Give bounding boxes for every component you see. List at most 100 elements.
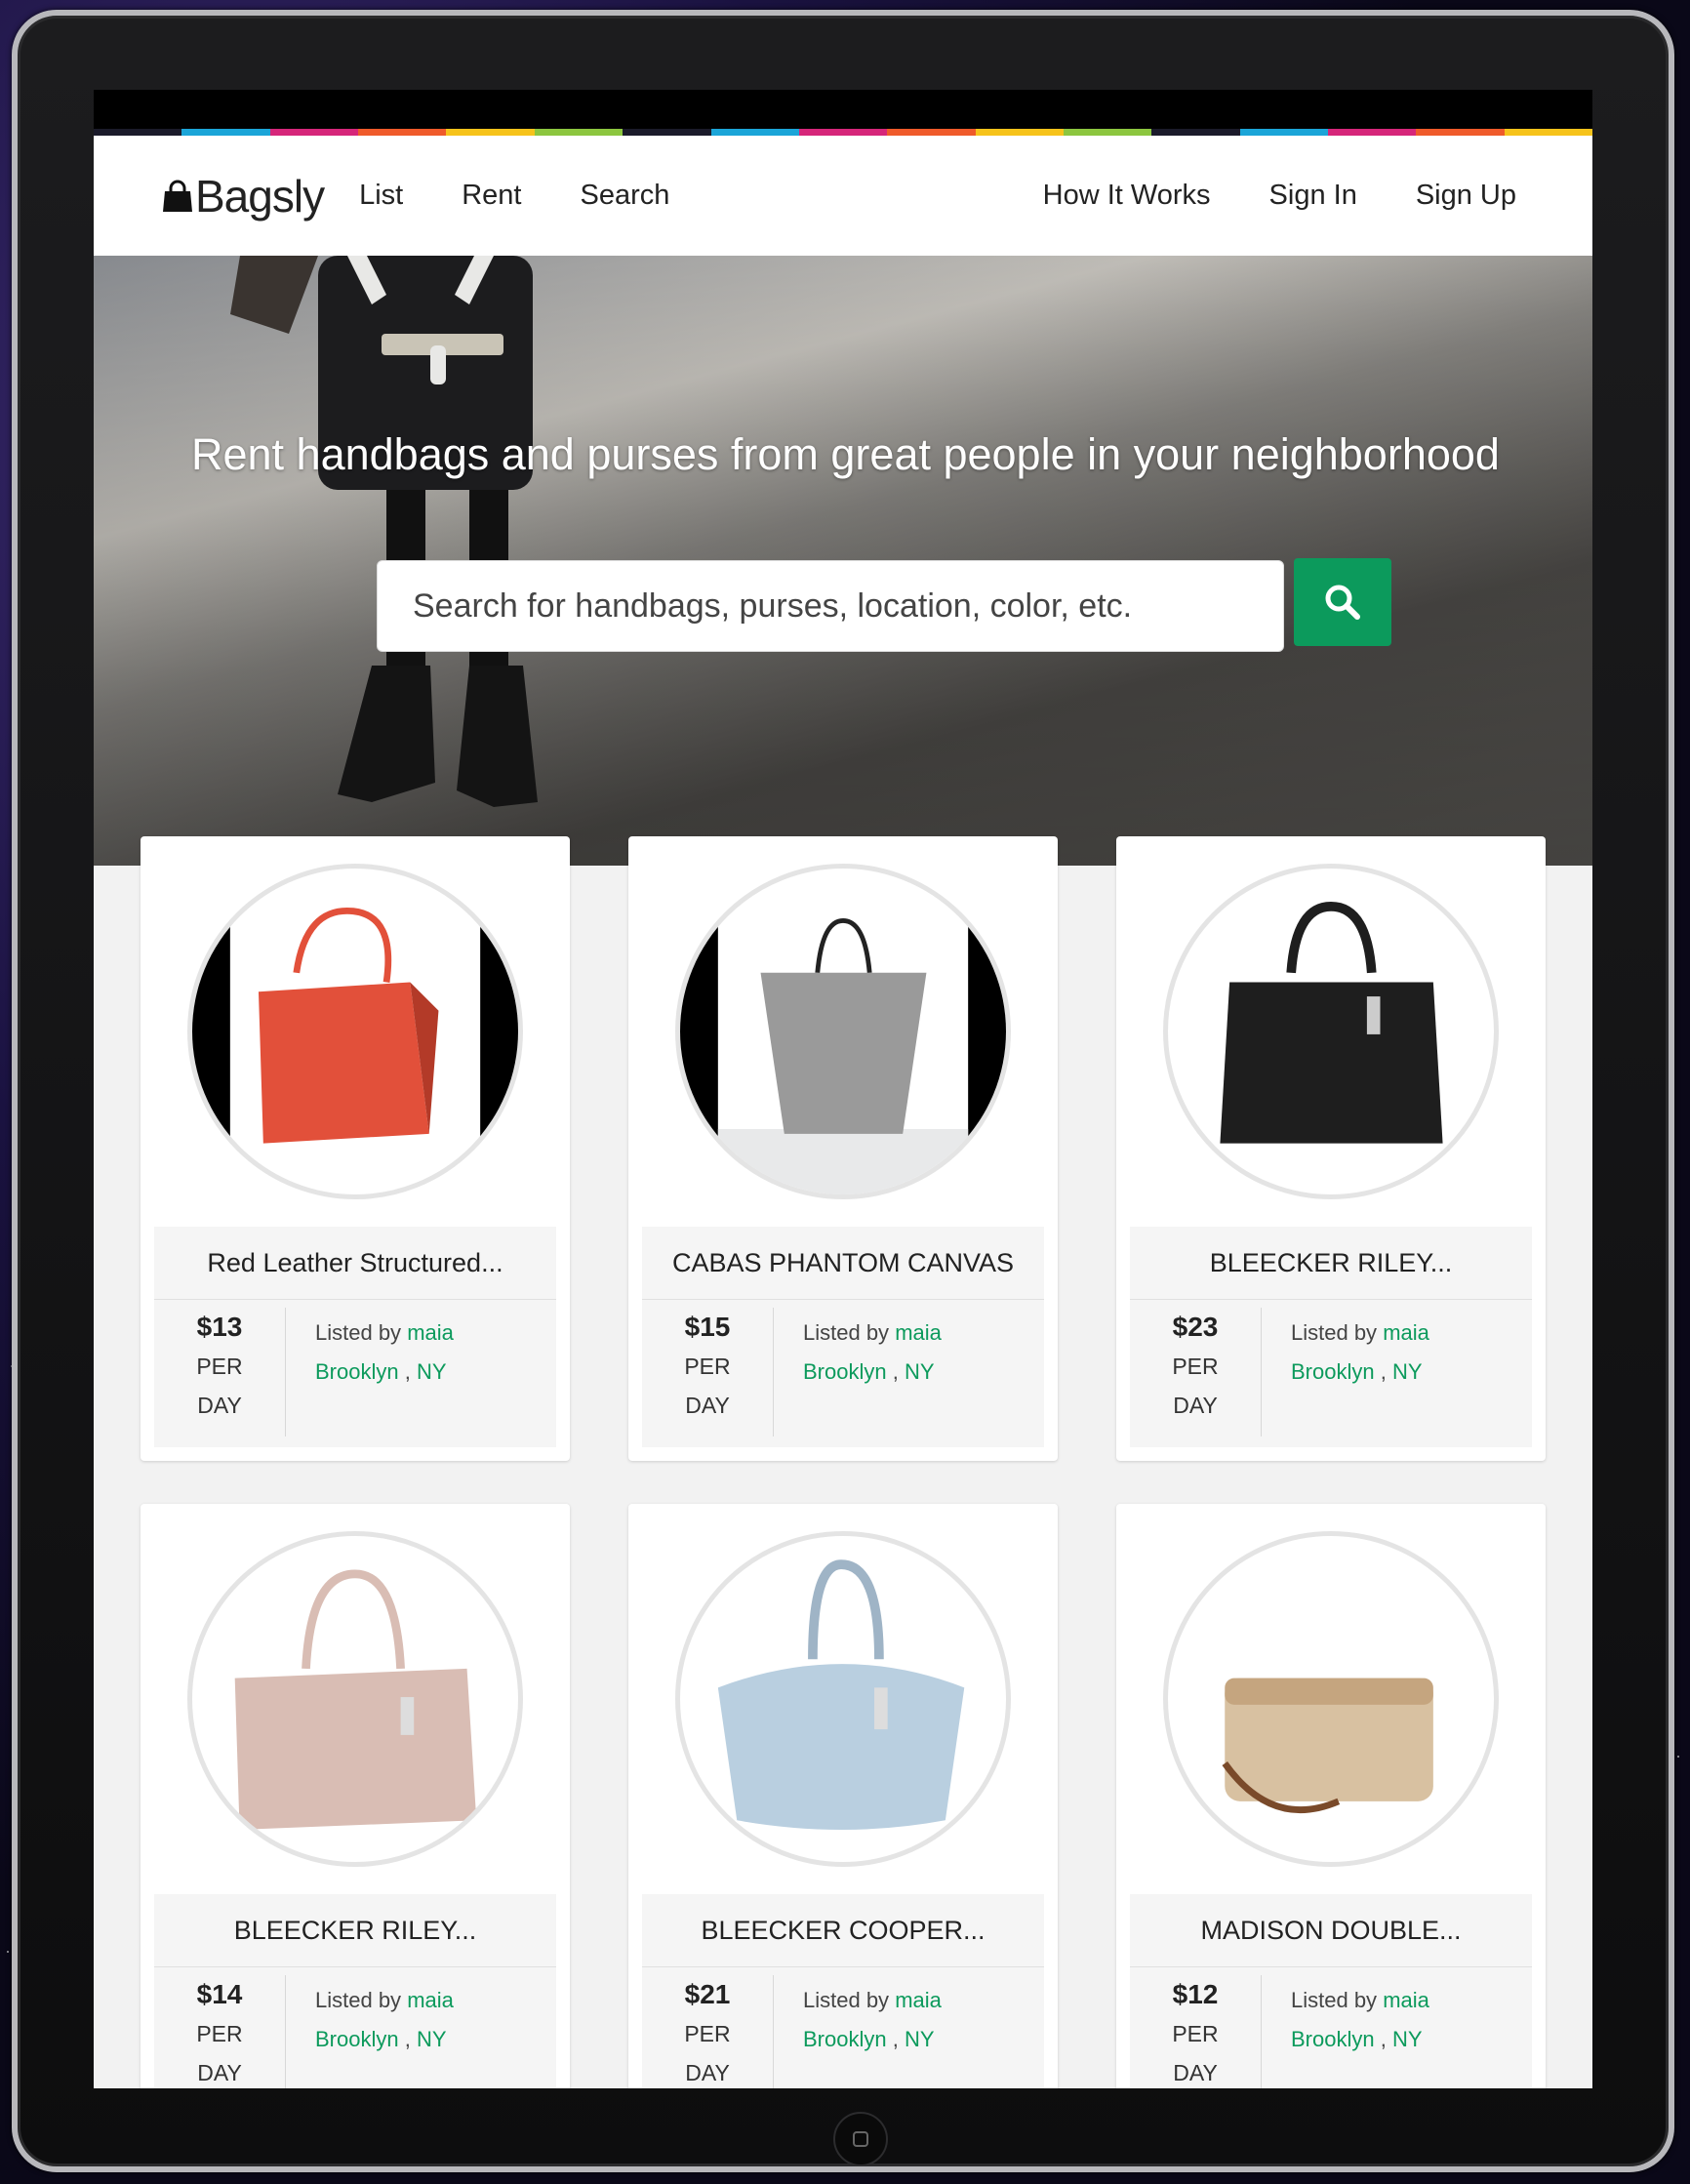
state-link[interactable]: NY (417, 2027, 447, 2051)
home-button[interactable] (833, 2112, 888, 2166)
price-per: PER (1172, 1354, 1219, 1379)
state-link[interactable]: NY (417, 1359, 447, 1384)
search-box (377, 560, 1284, 652)
price-amount: $13 (196, 1312, 243, 1342)
nav-how-it-works[interactable]: How It Works (1043, 180, 1211, 212)
owner-link[interactable]: maia (407, 1988, 454, 2012)
nav-search[interactable]: Search (580, 180, 669, 212)
owner-block: Listed by maia Brooklyn , NY (286, 1967, 454, 2088)
browser-screen: Bagsly List Rent Search How It Works Sig… (94, 90, 1592, 2088)
price-amount: $15 (684, 1312, 731, 1342)
owner-block: Listed by maia Brooklyn , NY (1262, 1300, 1429, 1448)
state-link[interactable]: NY (1392, 2027, 1423, 2051)
nav-right-group: How It Works Sign In Sign Up (1043, 180, 1516, 212)
brand-logo[interactable]: Bagsly (162, 170, 325, 222)
location-separator: , (886, 1359, 905, 1384)
price-day: DAY (197, 1393, 242, 1418)
price-day: DAY (685, 2060, 730, 2085)
state-link[interactable]: NY (1392, 1359, 1423, 1384)
price-day: DAY (1173, 1393, 1218, 1418)
search-button[interactable] (1294, 558, 1391, 646)
listing-details: BLEECKER RILEY... $23 PER DAY Listed by … (1130, 1227, 1532, 1447)
listing-details: BLEECKER RILEY... $14 PER DAY Listed by … (154, 1894, 556, 2088)
nav-sign-up[interactable]: Sign Up (1416, 180, 1516, 212)
price-amount: $12 (1172, 1979, 1219, 2009)
price-per: PER (1172, 2021, 1219, 2046)
price-per: PER (684, 2021, 731, 2046)
price-amount: $14 (196, 1979, 243, 2009)
price-amount: $21 (684, 1979, 731, 2009)
nav-sign-in[interactable]: Sign In (1269, 180, 1357, 212)
owner-block: Listed by maia Brooklyn , NY (1262, 1967, 1429, 2088)
price-amount: $23 (1172, 1312, 1219, 1342)
listing-card[interactable]: BLEECKER COOPER... $21 PER DAY Listed by… (628, 1504, 1058, 2088)
search-input[interactable] (411, 586, 1283, 627)
nav-rent[interactable]: Rent (462, 180, 521, 212)
listing-card[interactable]: BLEECKER RILEY... $23 PER DAY Listed by … (1116, 836, 1546, 1461)
listing-card[interactable]: BLEECKER RILEY... $14 PER DAY Listed by … (141, 1504, 570, 2088)
city-link[interactable]: Brooklyn (1291, 1359, 1375, 1384)
bag-photo (1222, 1678, 1433, 1813)
top-navbar: Bagsly List Rent Search How It Works Sig… (94, 136, 1592, 256)
listing-image[interactable] (187, 864, 523, 1199)
listing-meta: $12 PER DAY Listed by maia Brooklyn , NY (1130, 1967, 1532, 2088)
listed-by-label: Listed by (1291, 1320, 1378, 1345)
state-link[interactable]: NY (905, 2027, 935, 2051)
listing-details: MADISON DOUBLE... $12 PER DAY Listed by … (1130, 1894, 1532, 2088)
listing-image[interactable] (675, 864, 1011, 1199)
listing-details: Red Leather Structured... $13 PER DAY Li… (154, 1227, 556, 1447)
listing-card[interactable]: MADISON DOUBLE... $12 PER DAY Listed by … (1116, 1504, 1546, 2088)
listed-by-label: Listed by (1291, 1988, 1378, 2012)
listing-image[interactable] (1163, 1531, 1499, 1867)
city-link[interactable]: Brooklyn (1291, 2027, 1375, 2051)
price-day: DAY (1173, 2060, 1218, 2085)
hero-banner: Rent handbags and purses from great peop… (94, 256, 1592, 866)
nav-list[interactable]: List (359, 180, 403, 212)
owner-link[interactable]: maia (1383, 1320, 1429, 1345)
city-link[interactable]: Brooklyn (803, 1359, 887, 1384)
state-link[interactable]: NY (905, 1359, 935, 1384)
owner-block: Listed by maia Brooklyn , NY (774, 1300, 942, 1448)
listing-card[interactable]: Red Leather Structured... $13 PER DAY Li… (141, 836, 570, 1461)
price-per: PER (684, 1354, 731, 1379)
city-link[interactable]: Brooklyn (315, 2027, 399, 2051)
listing-title[interactable]: BLEECKER COOPER... (642, 1894, 1044, 1967)
listed-by-label: Listed by (315, 1320, 402, 1345)
listing-meta: $14 PER DAY Listed by maia Brooklyn , NY (154, 1967, 556, 2088)
owner-link[interactable]: maia (407, 1320, 454, 1345)
listing-title[interactable]: Red Leather Structured... (154, 1227, 556, 1300)
listing-image[interactable] (675, 1531, 1011, 1867)
owner-link[interactable]: maia (895, 1320, 942, 1345)
status-bar (94, 90, 1592, 129)
location-separator: , (398, 2027, 417, 2051)
listing-meta: $15 PER DAY Listed by maia Brooklyn , NY (642, 1300, 1044, 1448)
listed-by-label: Listed by (315, 1988, 402, 2012)
listing-title[interactable]: BLEECKER RILEY... (1130, 1227, 1532, 1300)
price-block: $21 PER DAY (642, 1975, 774, 2088)
search-icon (1325, 585, 1360, 620)
listing-title[interactable]: CABAS PHANTOM CANVAS (642, 1227, 1044, 1300)
price-block: $13 PER DAY (154, 1308, 286, 1436)
city-link[interactable]: Brooklyn (803, 2027, 887, 2051)
listing-image[interactable] (1163, 864, 1499, 1199)
listed-by-label: Listed by (803, 1988, 890, 2012)
price-block: $23 PER DAY (1130, 1308, 1262, 1436)
owner-link[interactable]: maia (1383, 1988, 1429, 2012)
bag-photo (717, 1559, 965, 1830)
listing-title[interactable]: BLEECKER RILEY... (154, 1894, 556, 1967)
listing-meta: $21 PER DAY Listed by maia Brooklyn , NY (642, 1967, 1044, 2088)
owner-link[interactable]: maia (895, 1988, 942, 2012)
listing-details: BLEECKER COOPER... $21 PER DAY Listed by… (642, 1894, 1044, 2088)
listing-card[interactable]: CABAS PHANTOM CANVAS $15 PER DAY Listed … (628, 836, 1058, 1461)
city-link[interactable]: Brooklyn (315, 1359, 399, 1384)
price-block: $15 PER DAY (642, 1308, 774, 1436)
handbag-icon (163, 180, 192, 212)
listing-meta: $13 PER DAY Listed by maia Brooklyn , NY (154, 1300, 556, 1448)
bag-photo (680, 869, 1006, 1194)
bag-photo (192, 869, 518, 1194)
listing-image[interactable] (187, 1531, 523, 1867)
listing-details: CABAS PHANTOM CANVAS $15 PER DAY Listed … (642, 1227, 1044, 1447)
price-day: DAY (685, 1393, 730, 1418)
hero-title: Rent handbags and purses from great peop… (191, 429, 1500, 479)
listing-title[interactable]: MADISON DOUBLE... (1130, 1894, 1532, 1967)
